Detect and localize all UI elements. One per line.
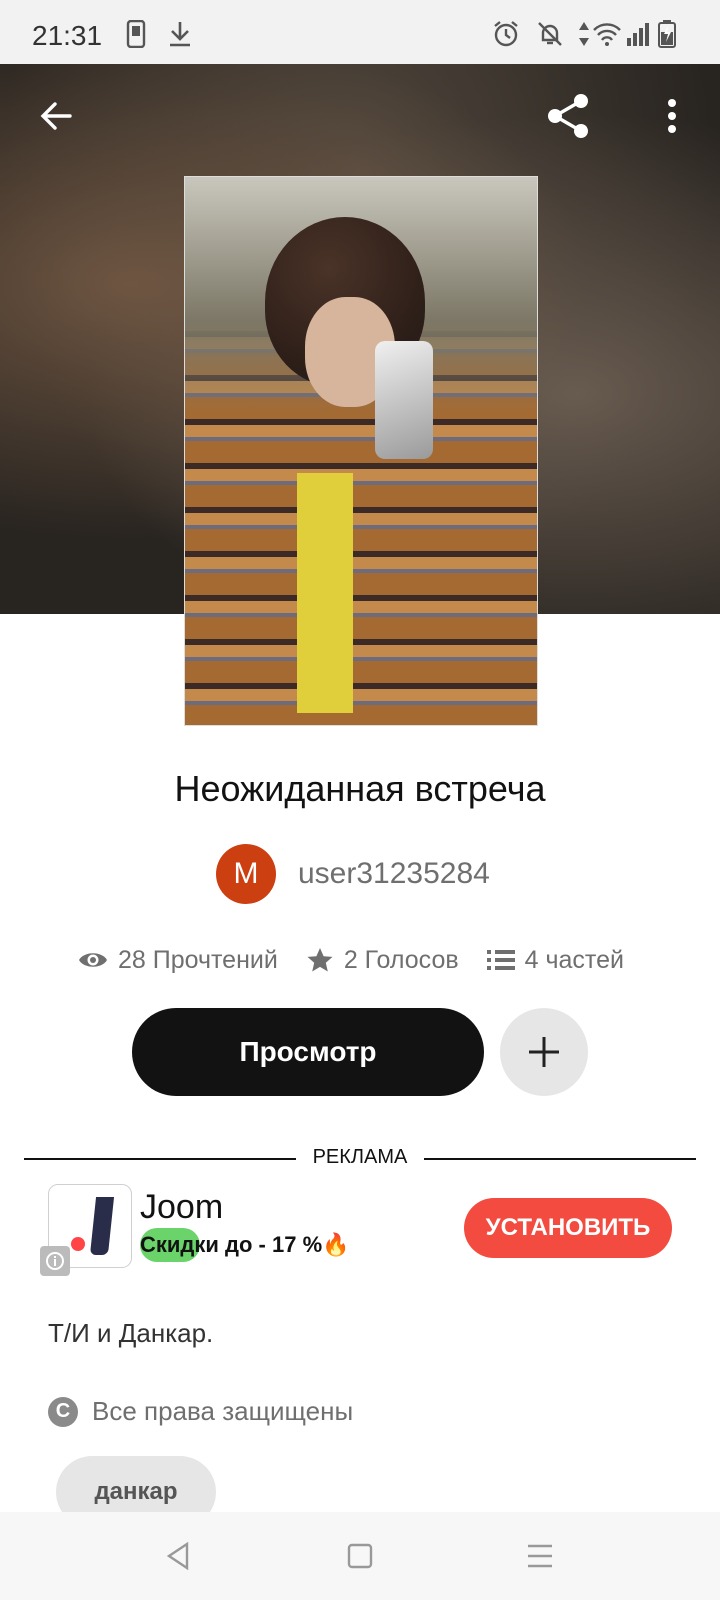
joom-logo-dot (71, 1237, 85, 1251)
author-name: user31235284 (298, 857, 490, 890)
cover-phone (375, 341, 433, 459)
download-icon (168, 20, 192, 48)
ad-app-name[interactable]: Joom (140, 1188, 223, 1227)
ad-info-icon[interactable] (40, 1246, 70, 1276)
arrow-left-icon (40, 102, 72, 130)
install-button[interactable]: УСТАНОВИТЬ (464, 1198, 672, 1258)
more-vert-icon (668, 99, 676, 133)
wifi-icon (592, 20, 622, 48)
share-button[interactable] (536, 84, 600, 148)
more-options-button[interactable] (640, 84, 704, 148)
reads-count: 28 Прочтений (118, 945, 278, 974)
square-home-icon (347, 1543, 373, 1569)
share-icon (548, 94, 588, 138)
story-stats: 28 Прочтений 2 Голосов 4 частей (78, 940, 652, 980)
parts-stat: 4 частей (486, 945, 624, 975)
alarm-icon (492, 20, 520, 48)
plus-icon (529, 1037, 559, 1067)
ad-promo-text: Скидки до - 17 %🔥 (140, 1228, 350, 1262)
read-button[interactable]: Просмотр (132, 1008, 484, 1096)
status-time: 21:31 (32, 20, 103, 51)
nav-back-button[interactable] (148, 1532, 208, 1580)
list-icon (486, 950, 515, 970)
nav-home-button[interactable] (330, 1532, 390, 1580)
back-button[interactable] (24, 84, 88, 148)
votes-count: 2 Голосов (343, 945, 459, 974)
story-title: Неожиданная встреча (174, 768, 546, 809)
mute-icon (536, 20, 564, 48)
triangle-back-icon (166, 1541, 189, 1571)
ad-label: РЕКЛАМА (312, 1146, 408, 1168)
reads-stat: 28 Прочтений (78, 946, 278, 975)
cover-shirt (297, 473, 353, 713)
author-avatar: M (216, 844, 276, 904)
parts-count: 4 частей (524, 945, 624, 974)
copyright-text: Все права защищены (92, 1396, 354, 1426)
phone-icon (126, 20, 146, 48)
joom-logo-bar (89, 1197, 115, 1255)
battery-icon (658, 20, 676, 48)
signal-icon (626, 20, 652, 48)
menu-recents-icon (528, 1544, 552, 1568)
star-icon (307, 948, 333, 972)
nav-recents-button[interactable] (510, 1532, 570, 1580)
copyright-row: C Все права защищены (48, 1396, 353, 1427)
story-description: Т/И и Данкар. (48, 1318, 214, 1348)
status-bar: 21:31 (0, 0, 720, 64)
add-to-library-button[interactable] (500, 1008, 588, 1096)
ad-promo-label: Скидки до - 17 %🔥 (140, 1232, 350, 1257)
copyright-icon: C (48, 1396, 78, 1427)
system-nav-bar (0, 1512, 720, 1600)
data-arrows-icon (578, 20, 590, 48)
author-link[interactable]: M user31235284 (216, 844, 490, 904)
votes-stat: 2 Голосов (306, 946, 459, 975)
story-cover-image[interactable] (184, 176, 538, 726)
eye-icon (79, 953, 107, 967)
